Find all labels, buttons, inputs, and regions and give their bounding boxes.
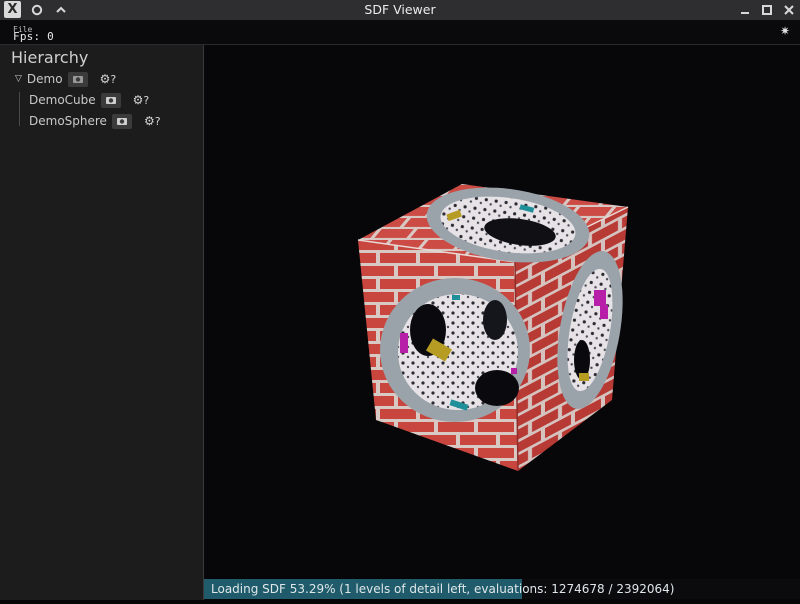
gear-icon: ⚙ bbox=[132, 93, 144, 107]
tree-item-label[interactable]: DemoCube bbox=[29, 93, 96, 107]
sun-icon[interactable]: ✷ bbox=[780, 24, 790, 38]
marker-magenta bbox=[511, 368, 517, 374]
tree-item-democube[interactable]: DemoCube ⚙? bbox=[29, 91, 149, 109]
fps-counter: Fps: 0 bbox=[13, 30, 54, 43]
expand-triangle-icon[interactable]: ▽ bbox=[15, 74, 22, 84]
sdf-render[interactable] bbox=[204, 45, 800, 600]
gear-icon: ⚙ bbox=[99, 72, 111, 86]
tree-item-demosphere[interactable]: DemoSphere ⚙? bbox=[29, 112, 161, 130]
hierarchy-panel: Hierarchy ▽ Demo ⚙? DemoCube ⚙? DemoSphe… bbox=[0, 45, 204, 600]
minimize-icon[interactable] bbox=[736, 1, 754, 19]
status-bar: Loading SDF 53.29% (1 levels of detail l… bbox=[204, 579, 800, 599]
window-title: SDF Viewer bbox=[364, 2, 436, 17]
tree-item-label[interactable]: DemoSphere bbox=[29, 114, 107, 128]
front-hole-shadow bbox=[483, 300, 507, 340]
camera-icon[interactable] bbox=[100, 92, 121, 108]
tree-guide-line bbox=[19, 92, 20, 126]
app-window: X SDF Viewer File Fps: 0 ✷ Hierarchy ▽ D… bbox=[0, 0, 800, 600]
marker-magenta bbox=[400, 333, 408, 353]
tree-item-label[interactable]: Demo bbox=[27, 72, 63, 86]
marker-yellow bbox=[579, 373, 589, 381]
tree-item-demo[interactable]: ▽ Demo ⚙? bbox=[15, 70, 116, 88]
maximize-icon[interactable] bbox=[758, 1, 776, 19]
marker-magenta bbox=[600, 305, 608, 319]
status-text: Loading SDF 53.29% (1 levels of detail l… bbox=[211, 582, 675, 596]
marker-magenta bbox=[594, 290, 606, 306]
camera-icon[interactable] bbox=[111, 113, 132, 129]
close-icon[interactable] bbox=[780, 1, 798, 19]
settings-button[interactable]: ⚙? bbox=[100, 72, 117, 86]
front-hole-shadow bbox=[475, 370, 519, 406]
menu-bar: File Fps: 0 ✷ bbox=[0, 20, 800, 45]
marker-teal bbox=[452, 295, 460, 300]
panel-title: Hierarchy bbox=[11, 48, 89, 67]
render-viewport[interactable] bbox=[204, 45, 800, 600]
camera-icon[interactable] bbox=[67, 71, 88, 87]
gear-icon: ⚙ bbox=[143, 114, 155, 128]
settings-button[interactable]: ⚙? bbox=[144, 114, 161, 128]
title-bar: X SDF Viewer bbox=[0, 0, 800, 20]
settings-button[interactable]: ⚙? bbox=[133, 93, 150, 107]
